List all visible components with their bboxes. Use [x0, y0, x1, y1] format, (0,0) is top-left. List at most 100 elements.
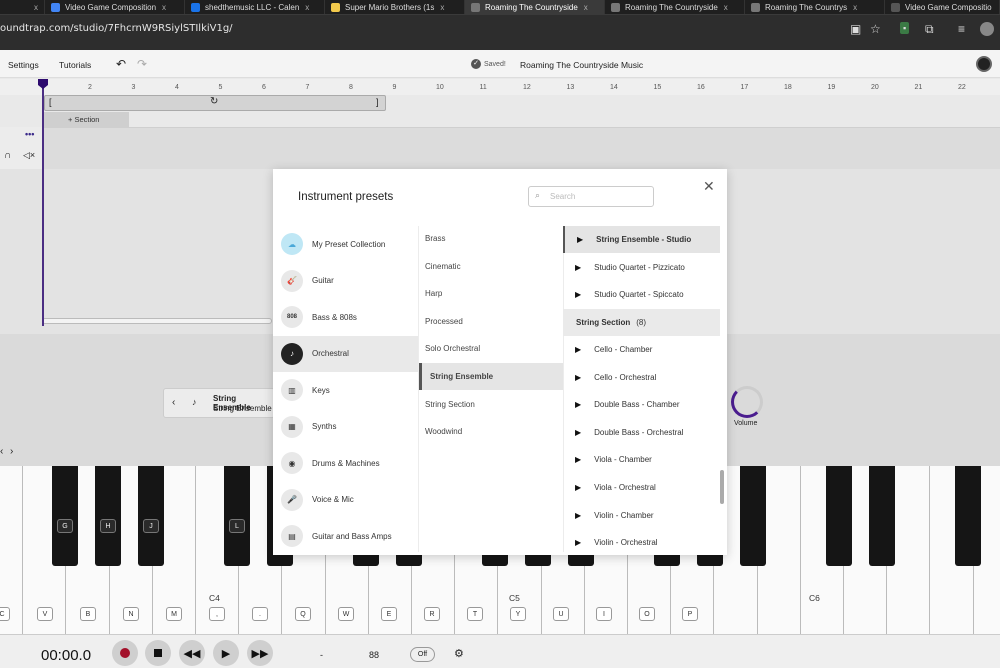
chevron-left-icon[interactable]: ‹ — [172, 397, 175, 408]
subcategory-item[interactable]: Solo Orchestral — [419, 335, 563, 362]
timeline-scrollbar[interactable] — [42, 318, 272, 324]
tab-close-icon[interactable]: x — [853, 3, 857, 12]
category-synths[interactable]: ▦ Synths — [273, 409, 418, 445]
category-my-preset-collection[interactable]: ☁ My Preset Collection — [273, 226, 418, 262]
browser-tab[interactable]: shedthemusic LLC - Calen x — [185, 0, 325, 14]
url-text[interactable]: oundtrap.com/studio/7FhcrnW9RSiylSTIlkiV… — [0, 23, 233, 34]
chevron-right-icon[interactable]: › — [10, 446, 13, 457]
subcategory-item[interactable]: Brass — [419, 225, 563, 252]
play-preview-icon[interactable]: ▶ — [577, 235, 583, 244]
subcategory-item[interactable]: Processed — [419, 308, 563, 335]
play-preview-icon[interactable]: ▶ — [575, 400, 581, 409]
play-preview-icon[interactable]: ▶ — [575, 373, 581, 382]
share-toggle-icon[interactable] — [976, 56, 992, 72]
play-preview-icon[interactable]: ▶ — [575, 511, 581, 520]
piano-black-key[interactable] — [52, 466, 78, 566]
tempo-value[interactable]: 88 — [369, 650, 379, 660]
bookmark-star-icon[interactable]: ☆ — [870, 22, 881, 36]
key-signature[interactable]: - — [320, 650, 323, 660]
timeline-ruler[interactable] — [0, 79, 1000, 95]
tutorials-menu[interactable]: Tutorials — [59, 60, 91, 70]
preset-item[interactable]: ▶ Viola - Chamber — [563, 446, 720, 473]
browser-tab[interactable]: Video Game Composition x — [45, 0, 185, 14]
browser-tab[interactable]: x — [0, 0, 45, 14]
browser-tab[interactable]: Roaming The Countryside x — [465, 0, 605, 14]
category-voice-mic[interactable]: 🎤 Voice & Mic — [273, 482, 418, 518]
track-lane[interactable] — [44, 127, 1000, 169]
category-keys[interactable]: ▥ Keys — [273, 372, 418, 408]
category-drums-machines[interactable]: ◉ Drums & Machines — [273, 445, 418, 481]
headphones-icon[interactable]: ∩ — [4, 150, 11, 161]
category-orchestral[interactable]: ♪ Orchestral — [273, 335, 418, 372]
piano-black-key[interactable] — [95, 466, 121, 566]
preset-item[interactable]: ▶ Cello - Orchestral — [563, 364, 720, 391]
extensions-puzzle-icon[interactable]: ⧉ — [925, 22, 934, 37]
category-guitar-and-bass-amps[interactable]: ▤ Guitar and Bass Amps — [273, 518, 418, 554]
subcategory-item[interactable]: Woodwind — [419, 418, 563, 445]
piano-black-key[interactable] — [138, 466, 164, 566]
piano-black-key[interactable] — [869, 466, 895, 566]
loop-region[interactable]: [ ↻ ] — [44, 95, 386, 111]
browser-tab[interactable]: Roaming The Countrys x — [745, 0, 885, 14]
preset-item[interactable]: ▶ String Ensemble - Studio — [563, 226, 720, 253]
preset-item[interactable]: ▶ Double Bass - Orchestral — [563, 419, 720, 446]
track-more-icon[interactable]: ••• — [25, 129, 34, 139]
close-modal-button[interactable]: ✕ — [703, 178, 715, 195]
preset-item[interactable]: ▶ Studio Quartet - Spiccato — [563, 281, 720, 308]
mute-icon[interactable]: ◁× — [23, 150, 35, 161]
browser-tab[interactable]: Video Game Compositio — [885, 0, 1000, 14]
volume-knob[interactable] — [731, 386, 763, 418]
preset-item[interactable]: ▶ Violin - Chamber — [563, 502, 720, 529]
add-section-button[interactable]: + Section — [44, 112, 129, 127]
preset-item[interactable]: ▶ Violin - Orchestral — [563, 529, 720, 556]
subcategory-item[interactable]: Cinematic — [419, 253, 563, 280]
tab-close-icon[interactable]: x — [34, 3, 38, 12]
play-button[interactable]: ▶ — [213, 640, 239, 666]
subcategory-item[interactable]: String Ensemble — [419, 363, 563, 390]
preset-item[interactable]: ▶ Viola - Orchestral — [563, 474, 720, 501]
tab-close-icon[interactable]: x — [162, 3, 166, 12]
playhead[interactable] — [42, 80, 44, 326]
play-preview-icon[interactable]: ▶ — [575, 538, 581, 547]
loop-end-handle[interactable]: ] — [376, 97, 379, 107]
reader-mode-icon[interactable]: ▣ — [850, 22, 861, 36]
category-guitar[interactable]: 🎸 Guitar — [273, 263, 418, 299]
rewind-button[interactable]: ◀◀ — [179, 640, 205, 666]
tab-close-icon[interactable]: x — [724, 3, 728, 12]
preset-item[interactable]: ▶ Double Bass - Chamber — [563, 391, 720, 418]
media-controls-icon[interactable]: ≡ — [958, 22, 965, 36]
record-button[interactable] — [112, 640, 138, 666]
settings-menu[interactable]: Settings — [8, 60, 39, 70]
loop-icon[interactable]: ↻ — [210, 96, 218, 107]
play-preview-icon[interactable]: ▶ — [575, 290, 581, 299]
fast-forward-button[interactable]: ▶▶ — [247, 640, 273, 666]
play-preview-icon[interactable]: ▶ — [575, 345, 581, 354]
preset-item[interactable]: ▶ Studio Quartet - Pizzicato — [563, 254, 720, 281]
piano-black-key[interactable] — [826, 466, 852, 566]
piano-black-key[interactable] — [740, 466, 766, 566]
extension-icon[interactable]: ▪ — [900, 22, 910, 34]
settings-gear-icon[interactable]: ⚙ — [454, 647, 464, 660]
preset-item[interactable]: ▶ Cello - Chamber — [563, 336, 720, 363]
play-preview-icon[interactable]: ▶ — [575, 263, 581, 272]
redo-icon[interactable]: ↷ — [137, 57, 147, 71]
category-bass-808s[interactable]: 808 Bass & 808s — [273, 299, 418, 335]
browser-tab[interactable]: Roaming The Countryside x — [605, 0, 745, 14]
tab-close-icon[interactable]: x — [305, 3, 309, 12]
preset-search-input[interactable]: Search — [528, 186, 654, 207]
presets-scrollbar[interactable] — [720, 470, 724, 504]
piano-black-key[interactable] — [955, 466, 981, 566]
project-title[interactable]: Roaming The Countryside Music — [520, 60, 643, 70]
chevron-left-icon[interactable]: ‹ — [0, 446, 3, 457]
tab-close-icon[interactable]: x — [440, 3, 444, 12]
piano-black-key[interactable] — [224, 466, 250, 566]
play-preview-icon[interactable]: ▶ — [575, 483, 581, 492]
metronome-toggle[interactable]: Off — [410, 647, 435, 662]
profile-avatar[interactable] — [980, 22, 994, 36]
instrument-selector[interactable]: ‹ ♪ String Ensemble String Ensemble — [163, 388, 275, 418]
browser-tab[interactable]: Super Mario Brothers (1s x — [325, 0, 465, 14]
subcategory-item[interactable]: Harp — [419, 280, 563, 307]
subcategory-item[interactable]: String Section — [419, 391, 563, 418]
tab-close-icon[interactable]: x — [584, 3, 588, 12]
stop-button[interactable] — [145, 640, 171, 666]
